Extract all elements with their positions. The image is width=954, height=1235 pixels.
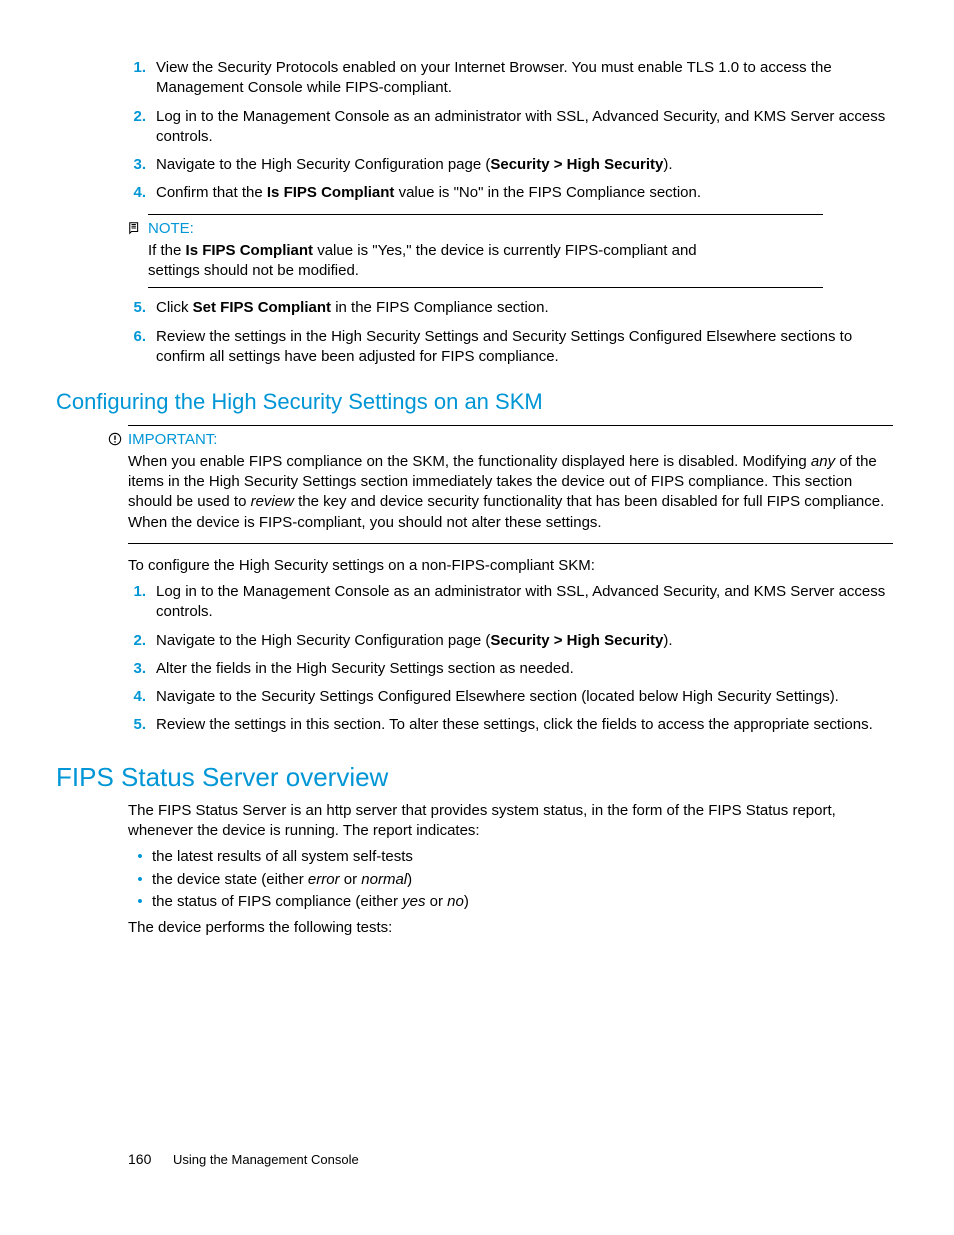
bullet-item: •the latest results of all system self-t… <box>128 847 898 867</box>
bullet-text: the latest results of all system self-te… <box>152 847 898 867</box>
bullet-text: the status of FIPS compliance (either ye… <box>152 892 898 912</box>
note-header: NOTE: <box>128 219 893 239</box>
note-body: If the Is FIPS Compliant value is "Yes,"… <box>148 241 723 282</box>
bullet-icon: • <box>128 892 152 912</box>
list-text: Navigate to the High Security Configurat… <box>156 631 898 651</box>
ordered-list-b: 5.Click Set FIPS Compliant in the FIPS C… <box>56 298 898 367</box>
list-item: 4.Navigate to the Security Settings Conf… <box>56 687 898 707</box>
list-number: 1. <box>56 582 156 623</box>
list-number: 3. <box>56 155 156 175</box>
ordered-list-a: 1.View the Security Protocols enabled on… <box>56 58 898 204</box>
list-number: 5. <box>56 298 156 318</box>
important-label: IMPORTANT: <box>128 430 217 450</box>
list-text: Log in to the Management Console as an a… <box>156 107 898 148</box>
list-item: 2.Navigate to the High Security Configur… <box>56 631 898 651</box>
subheading-config: Configuring the High Security Settings o… <box>56 387 898 417</box>
page-footer: 160 Using the Management Console <box>128 1150 359 1169</box>
important-icon <box>108 430 126 449</box>
bullet-list: •the latest results of all system self-t… <box>56 847 898 912</box>
important-body: When you enable FIPS compliance on the S… <box>128 452 888 533</box>
page-number: 160 <box>128 1151 151 1167</box>
list-number: 4. <box>56 183 156 203</box>
bullet-item: •the status of FIPS compliance (either y… <box>128 892 898 912</box>
list-text: Confirm that the Is FIPS Compliant value… <box>156 183 898 203</box>
list-text: Navigate to the Security Settings Config… <box>156 687 898 707</box>
list-text: Review the settings in this section. To … <box>156 715 898 735</box>
list-item: 4.Confirm that the Is FIPS Compliant val… <box>56 183 898 203</box>
list-text: Click Set FIPS Compliant in the FIPS Com… <box>156 298 898 318</box>
list-text: Review the settings in the High Security… <box>156 327 898 368</box>
list-number: 4. <box>56 687 156 707</box>
ordered-list-c: 1.Log in to the Management Console as an… <box>56 582 898 736</box>
bullet-icon: • <box>128 870 152 890</box>
list-text: View the Security Protocols enabled on y… <box>156 58 898 99</box>
list-number: 3. <box>56 659 156 679</box>
list-item: 5.Review the settings in this section. T… <box>56 715 898 735</box>
fips-paragraph-1: The FIPS Status Server is an http server… <box>128 801 898 842</box>
important-header: IMPORTANT: <box>108 430 893 450</box>
list-text: Navigate to the High Security Configurat… <box>156 155 898 175</box>
list-item: 2.Log in to the Management Console as an… <box>56 107 898 148</box>
heading-fips-overview: FIPS Status Server overview <box>56 760 898 795</box>
note-callout: NOTE: If the Is FIPS Compliant value is … <box>128 214 898 289</box>
list-text: Alter the fields in the High Security Se… <box>156 659 898 679</box>
list-number: 5. <box>56 715 156 735</box>
list-number: 2. <box>56 631 156 651</box>
bullet-text: the device state (either error or normal… <box>152 870 898 890</box>
list-text: Log in to the Management Console as an a… <box>156 582 898 623</box>
list-number: 6. <box>56 327 156 368</box>
important-callout: IMPORTANT: When you enable FIPS complian… <box>96 425 898 544</box>
list-number: 1. <box>56 58 156 99</box>
footer-text: Using the Management Console <box>173 1152 359 1167</box>
list-item: 1.Log in to the Management Console as an… <box>56 582 898 623</box>
note-icon <box>128 219 146 238</box>
note-label: NOTE: <box>148 219 194 239</box>
list-item: 1.View the Security Protocols enabled on… <box>56 58 898 99</box>
list-item: 3.Navigate to the High Security Configur… <box>56 155 898 175</box>
intro-paragraph: To configure the High Security settings … <box>128 556 898 576</box>
list-item: 3.Alter the fields in the High Security … <box>56 659 898 679</box>
fips-paragraph-2: The device performs the following tests: <box>128 918 898 938</box>
list-item: 6.Review the settings in the High Securi… <box>56 327 898 368</box>
bullet-icon: • <box>128 847 152 867</box>
list-item: 5.Click Set FIPS Compliant in the FIPS C… <box>56 298 898 318</box>
bullet-item: •the device state (either error or norma… <box>128 870 898 890</box>
list-number: 2. <box>56 107 156 148</box>
